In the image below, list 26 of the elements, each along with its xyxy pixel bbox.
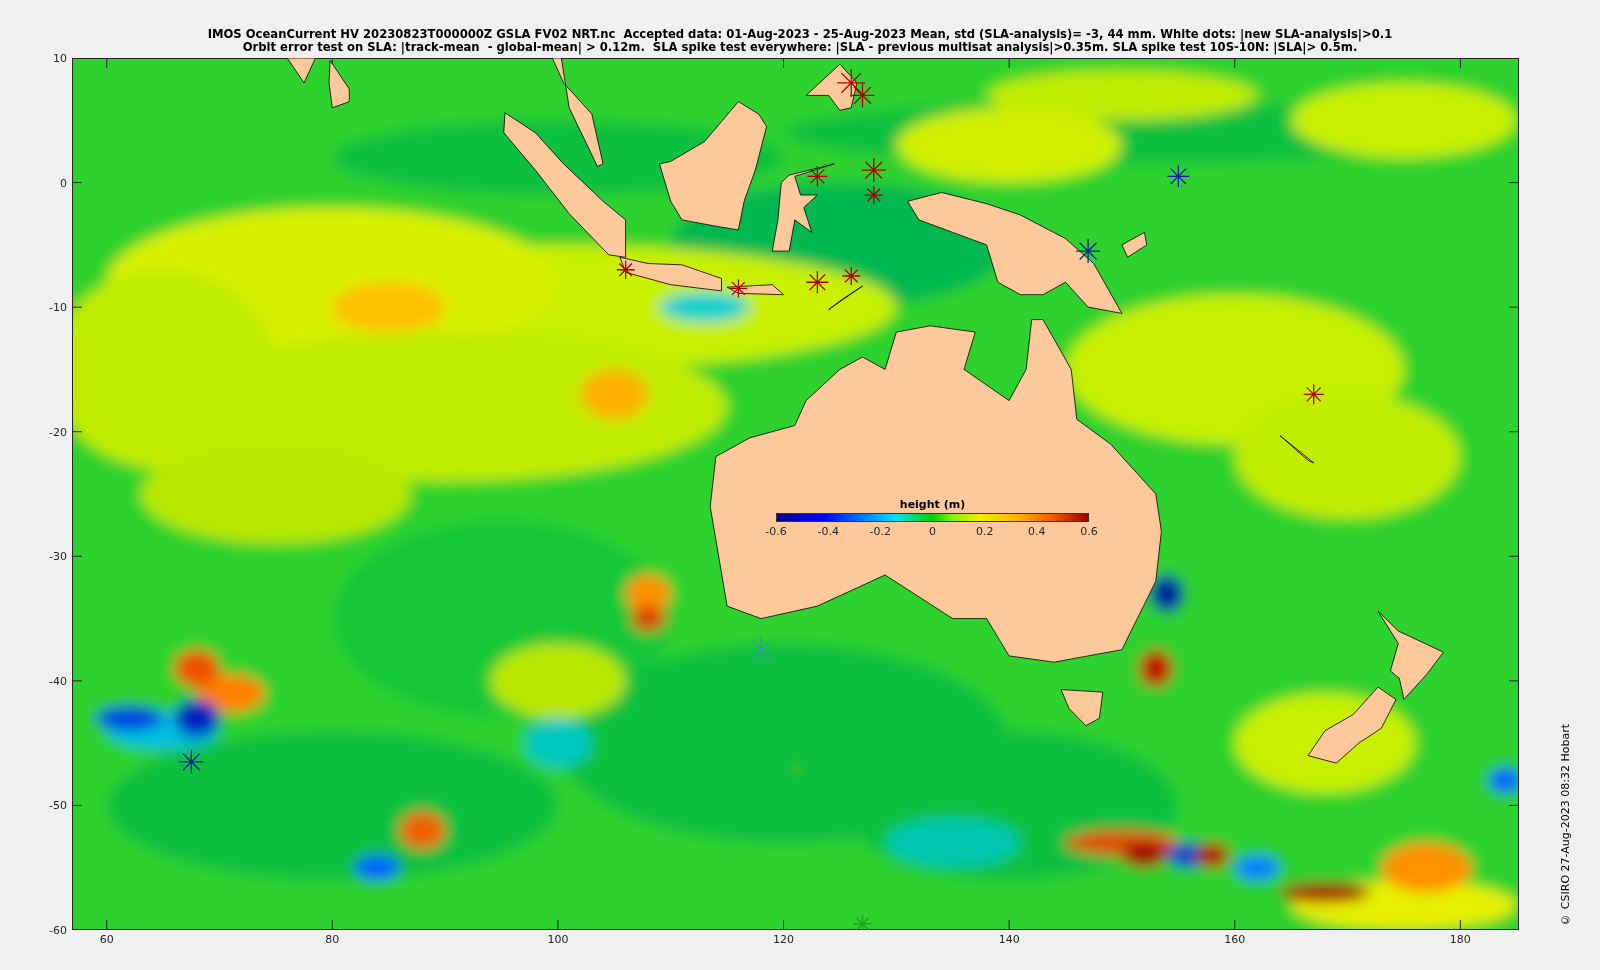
y-tick-label: 10	[53, 51, 67, 65]
colorbar-tick-label: 0.4	[1028, 525, 1046, 538]
x-tick-label: 60	[99, 933, 114, 946]
colorbar-tick-label: -0.6	[765, 525, 787, 538]
colorbar-tick-label: 0	[929, 525, 936, 538]
x-tick-label: 140	[998, 933, 1020, 946]
y-tick-label: -10	[49, 300, 67, 314]
colorbar-label: height (m)	[899, 498, 966, 511]
y-tick-label: -60	[49, 923, 67, 937]
x-tick-label: 80	[325, 933, 340, 946]
x-tick-label: 120	[773, 933, 795, 946]
colorbar-tick-label: 0.2	[975, 525, 994, 538]
colorbar-tick-label: -0.4	[817, 525, 839, 538]
plot-title: Orbit error test on SLA: |track-mean - global-mean| > 0.12m. SLA spike test everywhere: |SLA - previous multisat analysis|>0.35m. SLA spike test 10S-10N: |SLA|> 0.5m.	[242, 41, 1358, 54]
x-tick-label: 160	[1224, 933, 1246, 946]
copyright-text: © CSIRO 27-Aug-2023 08:32 Hobart	[1559, 724, 1572, 926]
y-tick-label: 0	[60, 176, 67, 190]
y-tick-label: -40	[49, 674, 67, 688]
y-tick-label: -30	[49, 549, 67, 563]
x-tick-label: 100	[547, 933, 569, 946]
plot-title: IMOS OceanCurrent HV 20230823T000000Z GSLA FV02 NRT.nc Accepted data: 01-Aug-2023 - 25-Aug-2023 Mean, std (SLA-analysis)= -3, 44 mm. White dots: |new SLA-analysis|>0.1	[207, 28, 1393, 41]
colorbar-tick-label: -0.2	[869, 525, 892, 538]
y-tick-label: -50	[49, 798, 67, 812]
y-tick-label: -20	[49, 425, 67, 439]
colorbar-tick-label: 0.6	[1080, 525, 1098, 538]
x-tick-label: 180	[1449, 933, 1471, 946]
